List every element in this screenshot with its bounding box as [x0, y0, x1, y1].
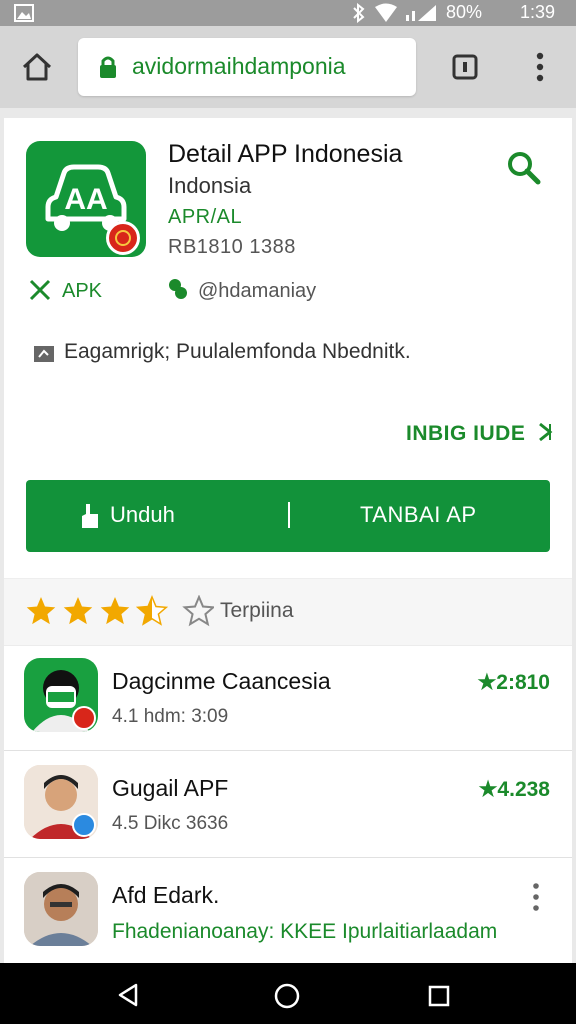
- overflow-menu-icon[interactable]: [534, 52, 546, 82]
- list-item-title: Dagcinme Caancesia: [112, 668, 331, 694]
- verified-icon: [72, 813, 96, 837]
- meta-handle: @hdamaniay: [198, 280, 317, 302]
- app-description: Eagamrigk; Puulalemfonda Nbednitk.: [64, 340, 411, 363]
- more-info-link[interactable]: INBIG IUDE: [406, 418, 556, 446]
- list-item-score: ★4.238: [478, 778, 550, 801]
- wifi-icon: [375, 3, 397, 22]
- signal-icon: [406, 5, 436, 21]
- browser-toolbar: avidormaihdamponia: [0, 26, 576, 108]
- download-hand-icon: [82, 504, 98, 528]
- cta-divider: [288, 502, 290, 528]
- app-subtitle: Indonsia: [168, 173, 252, 198]
- app-title: Detail APP Indonesia: [168, 140, 403, 168]
- list-item-subtitle: 4.5 Dikc 3636: [112, 813, 229, 834]
- meta-apk: APK: [62, 280, 103, 302]
- install-button[interactable]: TANBAI AP: [360, 502, 477, 528]
- avatar: [24, 658, 98, 732]
- svg-text:AA: AA: [64, 183, 107, 216]
- star-rating[interactable]: [24, 595, 214, 629]
- recents-icon[interactable]: [428, 985, 450, 1007]
- status-time: 1:39: [520, 2, 556, 22]
- list-item-title: Afd Edark.: [112, 882, 220, 908]
- more-info-label: INBIG IUDE: [406, 422, 526, 445]
- app-icon[interactable]: AA: [26, 141, 146, 257]
- badge-icon: [106, 221, 140, 255]
- tag-icon: [34, 346, 54, 362]
- more-vert-icon[interactable]: [530, 882, 542, 912]
- app-version: RB1810 1388: [168, 236, 296, 258]
- home-icon[interactable]: [20, 51, 54, 83]
- star-icon[interactable]: [100, 597, 130, 625]
- list-item-subtitle: 4.1 hdm: 3:09: [112, 706, 229, 727]
- gallery-icon: [14, 4, 34, 22]
- app-detail-card: AA Detail APP Indonesia Indonsia APR/AL …: [4, 118, 572, 963]
- tabs-icon[interactable]: [452, 54, 478, 80]
- status-bar: 80% 1:39: [0, 0, 576, 26]
- star-icon[interactable]: [26, 597, 56, 625]
- bluetooth-icon: [353, 3, 365, 23]
- search-icon[interactable]: [504, 148, 544, 188]
- home-circle-icon[interactable]: [274, 983, 300, 1009]
- system-nav-bar: [0, 963, 576, 1024]
- badge-icon: [72, 706, 96, 730]
- list-item[interactable]: Gugail APF 4.5 Dikc 3636 ★4.238: [4, 751, 572, 858]
- lock-icon: [100, 56, 116, 78]
- star-icon[interactable]: [63, 597, 93, 625]
- battery-level: 80%: [446, 2, 483, 22]
- close-x-icon: [29, 279, 51, 301]
- star-icon[interactable]: [135, 595, 169, 626]
- app-category: APR/AL: [168, 206, 243, 228]
- download-button[interactable]: Unduh: [110, 502, 175, 528]
- user-avatar-icon: [24, 872, 98, 946]
- url-text: avidormaihdamponia: [132, 53, 346, 79]
- list-item-score: ★2:810: [477, 671, 550, 694]
- list-item[interactable]: Afd Edark. Fhadenianoanay: KKEE Ipurlait…: [4, 858, 572, 964]
- rating-bar: Terpiina: [4, 578, 572, 646]
- back-icon[interactable]: [116, 983, 140, 1007]
- download-install-bar: Unduh TANBAI AP: [26, 480, 550, 552]
- avatar: [24, 872, 98, 946]
- address-bar[interactable]: avidormaihdamponia: [78, 38, 416, 96]
- star-icon[interactable]: [182, 595, 214, 627]
- list-item-title: Gugail APF: [112, 775, 229, 801]
- chevron-right-icon: [538, 422, 553, 442]
- list-item-link[interactable]: Fhadenianoanay: KKEE Ipurlaitiarlaadam: [112, 920, 497, 944]
- rating-label: Terpiina: [220, 599, 294, 622]
- avatar: [24, 765, 98, 839]
- link-icon: [169, 279, 187, 299]
- list-item[interactable]: Dagcinme Caancesia 4.1 hdm: 3:09 ★2:810: [4, 644, 572, 751]
